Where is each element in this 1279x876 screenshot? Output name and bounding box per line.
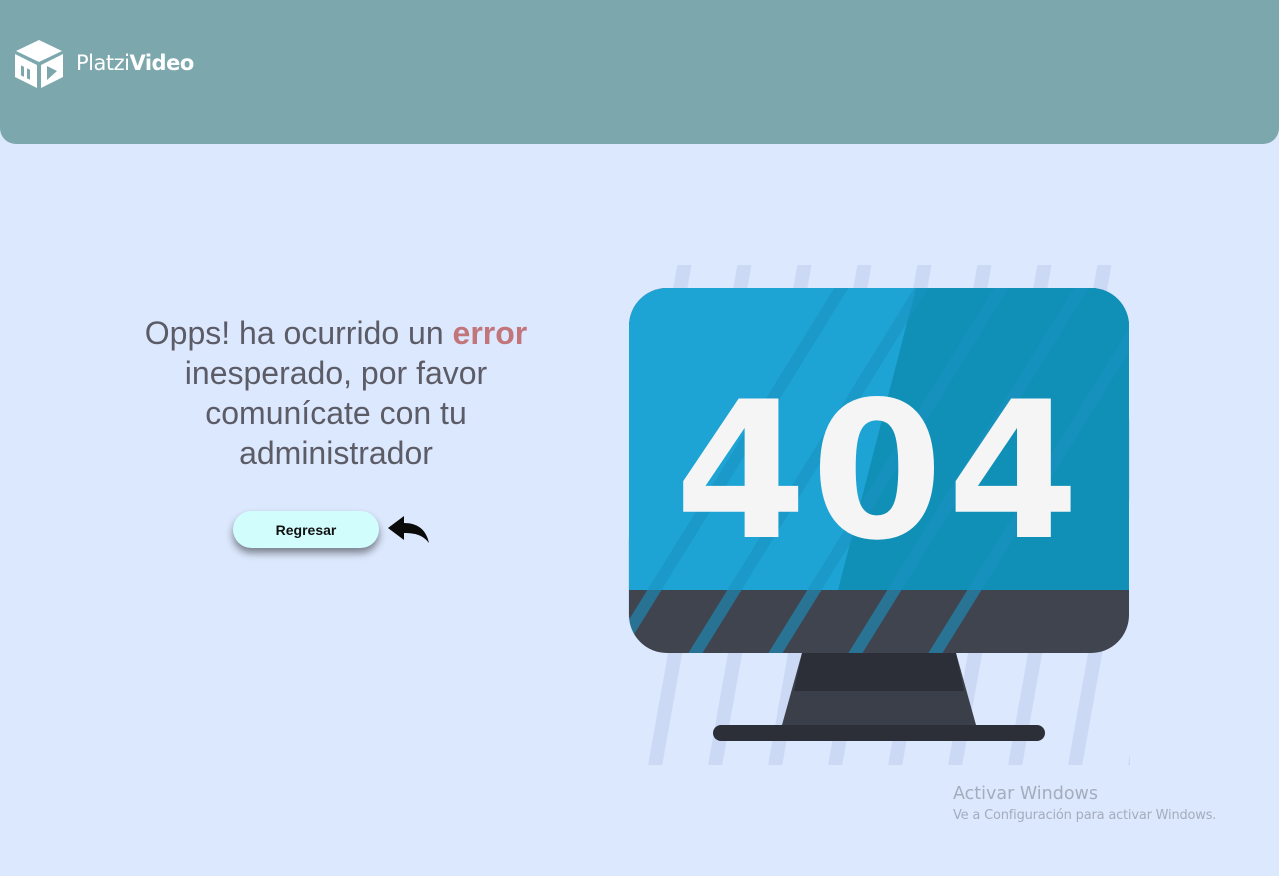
404-text: 404 — [675, 361, 1084, 582]
regresar-button[interactable]: Regresar — [233, 511, 379, 548]
header: PlatziVideo — [0, 0, 1279, 144]
back-arrow-icon[interactable] — [387, 514, 431, 546]
error-highlight: error — [452, 315, 528, 351]
watermark-subtitle: Ve a Configuración para activar Windows. — [953, 808, 1217, 823]
logo-text: PlatziVideo — [76, 51, 194, 75]
windows-activation-watermark: Activar Windows Ve a Configuración para … — [953, 783, 1216, 827]
message-part-1: Opps! ha ocurrido un — [144, 315, 453, 351]
monitor-404-illustration: 404 — [628, 265, 1130, 765]
error-message: Opps! ha ocurrido un error inesperado, p… — [110, 313, 562, 473]
message-part-2: inesperado, por favor comunícate con tu … — [184, 355, 488, 471]
watermark-title: Activar Windows — [953, 784, 1098, 804]
box-play-icon — [15, 40, 63, 88]
platzi-video-logo[interactable]: PlatziVideo — [12, 37, 194, 89]
